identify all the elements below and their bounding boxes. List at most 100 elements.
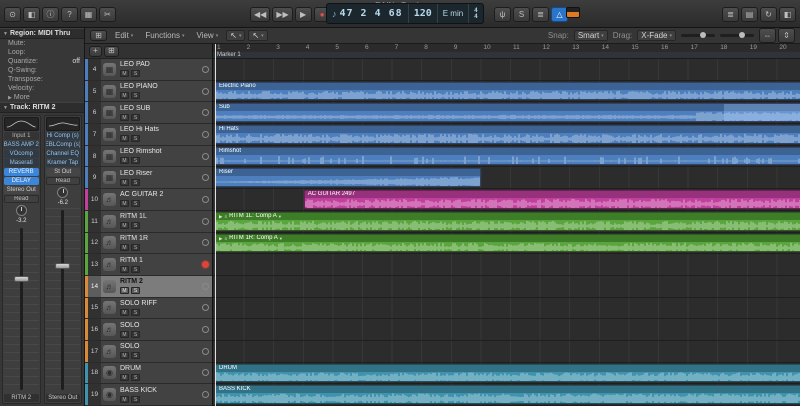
send-slot-delay[interactable]: DELAY xyxy=(4,177,39,185)
solo-button[interactable]: S xyxy=(131,308,140,316)
lane-ritm-2[interactable] xyxy=(213,276,800,298)
region-bass-kick[interactable]: BASS KICK xyxy=(215,385,800,404)
mute-button[interactable]: M xyxy=(120,243,129,251)
take-disclosure-icon[interactable]: ▶ xyxy=(219,235,222,242)
record-arm-button[interactable] xyxy=(201,174,209,182)
forward-button[interactable]: ▶▶ xyxy=(272,7,293,22)
record-arm-button[interactable] xyxy=(201,347,209,355)
region-field-q-swing[interactable]: Q-Swing: xyxy=(0,66,84,75)
take-menu-icon[interactable]: ≡ xyxy=(224,213,227,220)
solo-button[interactable]: S xyxy=(131,265,140,273)
fader-handle[interactable] xyxy=(13,275,29,282)
lane-solo-riff[interactable] xyxy=(213,298,800,320)
track-header-leo-hi-hats[interactable]: 7 ▦ LEO Hi Hats M S xyxy=(85,124,212,146)
mute-button[interactable]: M xyxy=(120,200,129,208)
solo-button[interactable]: S xyxy=(131,287,140,295)
solo-button[interactable]: S xyxy=(131,157,140,165)
solo-button[interactable]: S xyxy=(131,178,140,186)
region-field-transpose[interactable]: Transpose: xyxy=(0,75,84,84)
track-header-ritm-1[interactable]: 13 ♬ RITM 1MS xyxy=(85,254,212,276)
track-header-leo-piano[interactable]: 5 ▦ LEO PIANO M S xyxy=(85,80,212,103)
record-arm-button[interactable] xyxy=(201,152,209,160)
take-menu-icon[interactable]: ≡ xyxy=(224,235,227,242)
solo-button[interactable]: S xyxy=(131,330,140,338)
list-editors-icon[interactable]: ≣ xyxy=(722,7,739,22)
region-electric-piano[interactable]: Electric Piano xyxy=(215,81,800,101)
lane-ritm-1r[interactable]: ▶ ≡ RITM 1R: Comp A ▾ xyxy=(213,233,800,255)
mute-button[interactable]: M xyxy=(120,352,129,360)
record-arm-button[interactable] xyxy=(201,217,209,225)
tools-icon[interactable]: ✂ xyxy=(99,7,116,22)
mute-button[interactable]: M xyxy=(120,135,129,143)
lane-leo-pad[interactable] xyxy=(213,59,800,81)
send-slot-reverb[interactable]: REVERB xyxy=(4,168,39,176)
zoom-vertical-icon[interactable]: ⇕ xyxy=(778,28,795,43)
lane-leo-riser[interactable]: Riser xyxy=(213,167,800,190)
take-comp-chevron-icon[interactable]: ▾ xyxy=(279,213,281,220)
rewind-button[interactable]: ◀◀ xyxy=(250,7,271,22)
duplicate-track-button[interactable]: ⊞ xyxy=(104,45,119,57)
take-comp-chevron-icon[interactable]: ▾ xyxy=(280,235,282,242)
count-in-icon[interactable]: ≣ xyxy=(532,7,549,22)
track-zoom-options-icon[interactable]: ⊞ xyxy=(90,30,107,41)
lane-leo-sub[interactable]: Sub xyxy=(213,102,800,125)
lane-ritm-1l[interactable]: ▶ ≡ RITM 1L: Comp A ▾ xyxy=(213,211,800,233)
mute-button[interactable]: M xyxy=(120,222,129,230)
track-header-leo-sub[interactable]: 6 ▦ LEO SUB M S xyxy=(85,102,212,125)
lane-solo[interactable] xyxy=(213,319,800,341)
track-header-ritm-1l[interactable]: 11 ♬ RITM 1L M S xyxy=(85,210,212,233)
region-riser[interactable]: Riser xyxy=(215,168,482,188)
add-track-button[interactable]: + xyxy=(89,45,102,57)
track-header-ac-guitar-2[interactable]: 10 ♬ AC GUITAR 2MS xyxy=(85,189,212,211)
automation-mode-button[interactable]: Read xyxy=(45,177,80,185)
zoom-horizontal-icon[interactable]: ⇔ xyxy=(759,28,776,43)
menu-functions[interactable]: Functions ▾ xyxy=(143,31,186,40)
window-control-icon[interactable]: ⊙ xyxy=(4,7,21,22)
volume-fader[interactable] xyxy=(45,208,80,392)
region-field-velocity[interactable]: Velocity: xyxy=(0,84,84,93)
plugin-slot-kramer-tap[interactable]: Kramer Tap xyxy=(45,159,80,167)
volume-fader[interactable] xyxy=(4,226,39,392)
record-arm-button[interactable] xyxy=(201,65,209,73)
track-header-solo-riff[interactable]: 15 ♬ SOLO RIFF M S xyxy=(85,297,212,320)
region-ritm-1l-comp-a[interactable]: ▶ ≡ RITM 1L: Comp A ▾ xyxy=(215,211,800,231)
lane-solo[interactable] xyxy=(213,341,800,363)
record-arm-button[interactable] xyxy=(201,282,209,290)
bar-ruler[interactable]: 1 2 3 4 5 6 7 8 9 10 11 12 13 14 15 16 17 18 19 20 xyxy=(213,44,800,52)
pan-knob[interactable] xyxy=(57,187,69,198)
plugin-slot-hi-comp-s[interactable]: Hi Comp (s) xyxy=(45,132,80,140)
region-field-loop[interactable]: Loop: xyxy=(0,48,84,57)
track-header-bass-kick[interactable]: 19 ◉ BASS KICK M S xyxy=(85,384,212,406)
track-header-leo-riser[interactable]: 9 ▦ LEO Riser M S xyxy=(85,167,212,190)
solo-mode-icon[interactable]: S xyxy=(513,7,530,22)
horizontal-zoom-slider[interactable] xyxy=(681,32,715,38)
solo-button[interactable]: S xyxy=(131,70,140,78)
snap-menu[interactable]: Smart ▾ xyxy=(573,30,608,41)
record-arm-button[interactable] xyxy=(201,195,209,203)
mute-button[interactable]: M xyxy=(120,70,129,78)
lane-ritm-1[interactable] xyxy=(213,254,800,276)
track-inspector-header[interactable]: ▼ Track: RITM 2 xyxy=(0,102,84,113)
track-header-leo-rimshot[interactable]: 8 ▦ LEO Rimshot M S xyxy=(85,145,212,168)
record-arm-button[interactable] xyxy=(201,261,209,269)
pointer-tool-menu[interactable]: ↖ ▾ xyxy=(226,30,246,41)
plugin-slot-bass-amp-2[interactable]: BASS AMP 2 xyxy=(4,141,39,149)
inspector-icon[interactable]: ⓘ xyxy=(42,7,59,22)
vertical-zoom-slider[interactable] xyxy=(720,32,754,38)
plugin-slot-eblcomp-s[interactable]: EBLComp (s) xyxy=(45,141,80,149)
apple-loops-icon[interactable]: ↻ xyxy=(760,7,777,22)
plugin-slot-channel-eq[interactable]: Channel EQ xyxy=(45,150,80,158)
lane-leo-piano[interactable]: Electric Piano xyxy=(213,81,800,103)
record-arm-button[interactable] xyxy=(201,130,209,138)
take-disclosure-icon[interactable]: ▶ xyxy=(219,213,222,220)
mute-button[interactable]: M xyxy=(120,178,129,186)
lane-leo-hi-hats[interactable]: Hi Hats xyxy=(213,124,800,146)
command-tool-menu[interactable]: ↖ ▾ xyxy=(248,30,268,41)
automation-mode-button[interactable]: Read xyxy=(4,195,39,203)
solo-button[interactable]: S xyxy=(131,222,140,230)
lane-ac-guitar-2[interactable]: AC GUITAR 2497 xyxy=(213,189,800,211)
quick-help-icon[interactable]: ? xyxy=(61,7,78,22)
record-arm-button[interactable] xyxy=(201,304,209,312)
solo-button[interactable]: S xyxy=(131,373,140,381)
mute-button[interactable]: M xyxy=(120,265,129,273)
